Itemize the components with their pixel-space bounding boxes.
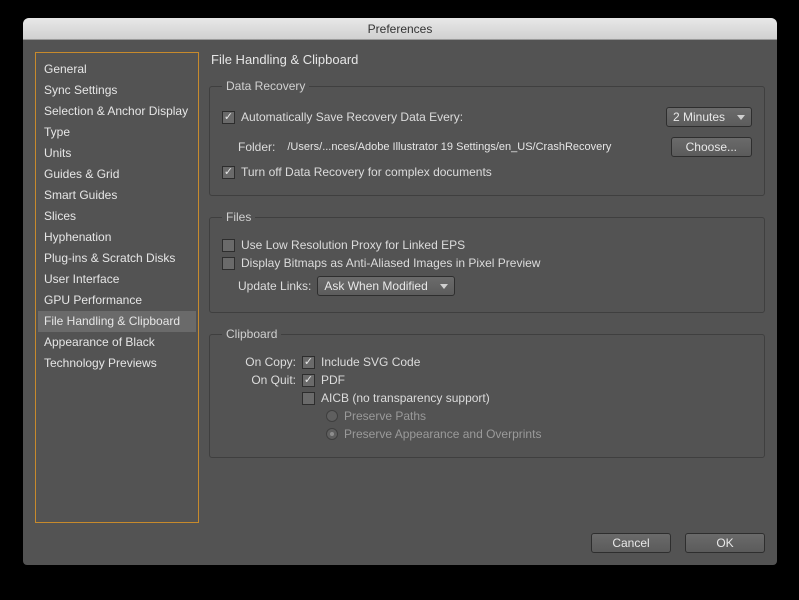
choose-folder-button[interactable]: Choose... — [671, 137, 752, 157]
group-data-recovery: Data Recovery Automatically Save Recover… — [209, 79, 765, 196]
preferences-window: Preferences GeneralSync SettingsSelectio… — [23, 18, 777, 565]
aicb-label: AICB (no transparency support) — [321, 391, 490, 405]
preserve-paths-label: Preserve Paths — [344, 409, 426, 423]
checkbox-bitmaps-aa[interactable] — [222, 257, 235, 270]
sidebar-item[interactable]: Plug-ins & Scratch Disks — [38, 248, 196, 269]
sidebar-item[interactable]: Selection & Anchor Display — [38, 101, 196, 122]
legend-files: Files — [222, 210, 255, 224]
chevron-down-icon — [440, 284, 448, 289]
radio-preserve-paths — [326, 410, 338, 422]
select-update-links[interactable]: Ask When Modified — [317, 276, 454, 296]
checkbox-auto-save[interactable] — [222, 111, 235, 124]
sidebar-item[interactable]: Slices — [38, 206, 196, 227]
main-panel: File Handling & Clipboard Data Recovery … — [209, 52, 765, 523]
bitmaps-label: Display Bitmaps as Anti-Aliased Images i… — [241, 256, 540, 270]
on-quit-label: On Quit: — [222, 373, 296, 387]
update-links-label: Update Links: — [238, 279, 311, 293]
checkbox-low-res-proxy[interactable] — [222, 239, 235, 252]
select-recovery-interval-value: 2 Minutes — [673, 110, 725, 124]
sidebar-item[interactable]: Units — [38, 143, 196, 164]
page-title: File Handling & Clipboard — [209, 52, 765, 67]
chevron-down-icon — [737, 115, 745, 120]
select-recovery-interval[interactable]: 2 Minutes — [666, 107, 752, 127]
checkbox-turn-off-complex[interactable] — [222, 166, 235, 179]
window-title: Preferences — [368, 22, 433, 36]
cancel-button[interactable]: Cancel — [591, 533, 671, 553]
sidebar-item[interactable]: General — [38, 59, 196, 80]
low-res-label: Use Low Resolution Proxy for Linked EPS — [241, 238, 465, 252]
sidebar-item[interactable]: File Handling & Clipboard — [38, 311, 196, 332]
folder-path: /Users/...nces/Adobe Illustrator 19 Sett… — [287, 141, 611, 153]
checkbox-pdf[interactable] — [302, 374, 315, 387]
on-copy-label: On Copy: — [222, 355, 296, 369]
select-update-links-value: Ask When Modified — [324, 279, 427, 293]
group-files: Files Use Low Resolution Proxy for Linke… — [209, 210, 765, 313]
auto-save-label: Automatically Save Recovery Data Every: — [241, 110, 463, 124]
titlebar: Preferences — [23, 18, 777, 40]
sidebar-item[interactable]: User Interface — [38, 269, 196, 290]
pdf-label: PDF — [321, 373, 345, 387]
legend-clipboard: Clipboard — [222, 327, 281, 341]
sidebar-item[interactable]: Guides & Grid — [38, 164, 196, 185]
dialog-buttons: Cancel OK — [23, 533, 777, 565]
legend-data-recovery: Data Recovery — [222, 79, 309, 93]
sidebar-item[interactable]: Type — [38, 122, 196, 143]
svg-label: Include SVG Code — [321, 355, 420, 369]
checkbox-aicb[interactable] — [302, 392, 315, 405]
turn-off-label: Turn off Data Recovery for complex docum… — [241, 165, 492, 179]
sidebar-item[interactable]: GPU Performance — [38, 290, 196, 311]
sidebar-item[interactable]: Hyphenation — [38, 227, 196, 248]
ok-button[interactable]: OK — [685, 533, 765, 553]
sidebar: GeneralSync SettingsSelection & Anchor D… — [35, 52, 199, 523]
content: GeneralSync SettingsSelection & Anchor D… — [23, 40, 777, 533]
checkbox-svg[interactable] — [302, 356, 315, 369]
folder-label: Folder: — [238, 140, 275, 154]
sidebar-item[interactable]: Sync Settings — [38, 80, 196, 101]
preserve-appearance-label: Preserve Appearance and Overprints — [344, 427, 541, 441]
radio-preserve-appearance — [326, 428, 338, 440]
group-clipboard: Clipboard On Copy: Include SVG Code On Q… — [209, 327, 765, 458]
sidebar-item[interactable]: Appearance of Black — [38, 332, 196, 353]
sidebar-item[interactable]: Smart Guides — [38, 185, 196, 206]
sidebar-item[interactable]: Technology Previews — [38, 353, 196, 374]
